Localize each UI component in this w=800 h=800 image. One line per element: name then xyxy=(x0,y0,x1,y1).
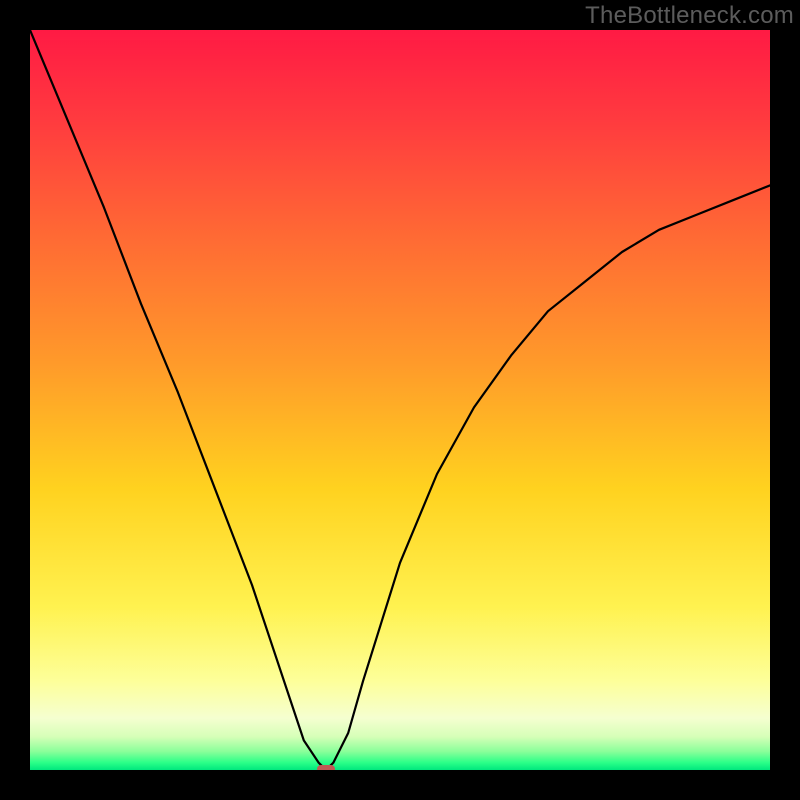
plot-svg xyxy=(30,30,770,770)
watermark-label: TheBottleneck.com xyxy=(585,2,794,30)
plot-area xyxy=(30,30,770,770)
chart-frame: TheBottleneck.com xyxy=(0,0,800,800)
gradient-background xyxy=(30,30,770,770)
optimum-marker xyxy=(317,765,335,770)
